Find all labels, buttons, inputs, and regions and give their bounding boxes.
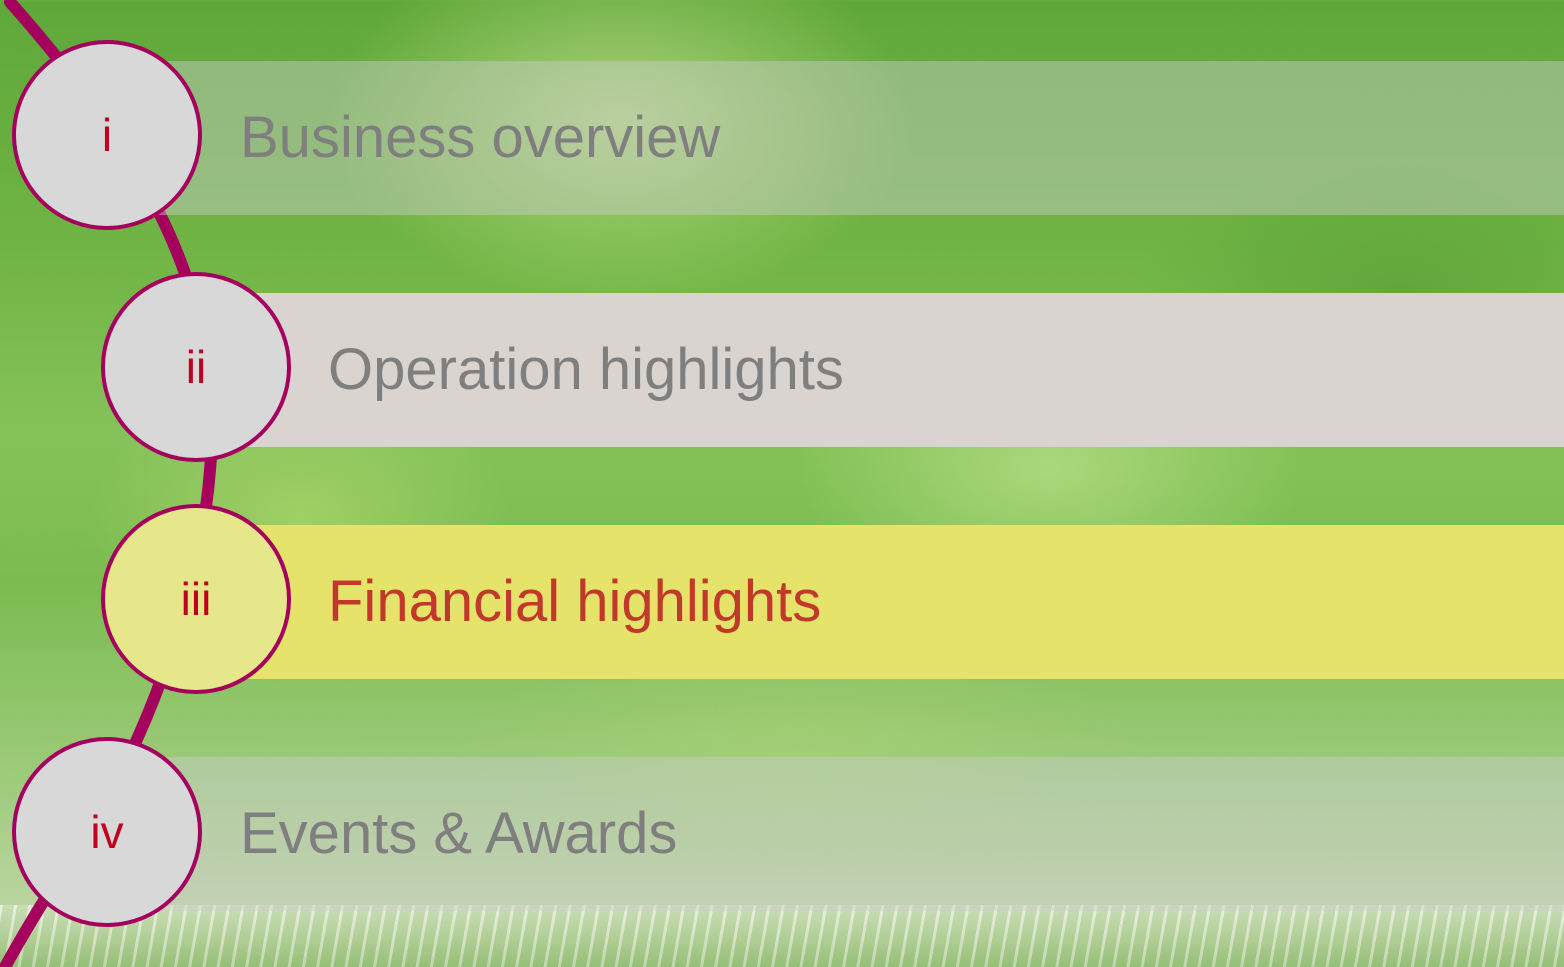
agenda-number-badge: i (12, 40, 202, 230)
agenda-number-badge-active: iii (101, 504, 291, 694)
agenda-item-label: Events & Awards (240, 801, 678, 866)
agenda-item-label: Financial highlights (328, 569, 822, 634)
agenda-item-operation-highlights[interactable]: Operation highlights (230, 293, 1564, 447)
agenda-number: ii (185, 341, 207, 393)
agenda-item-label: Business overview (240, 105, 721, 170)
agenda-item-financial-highlights[interactable]: Financial highlights (230, 525, 1564, 679)
agenda-item-events-awards[interactable]: Events & Awards (140, 757, 1564, 911)
agenda-item-label: Operation highlights (328, 337, 844, 402)
agenda-number: iv (90, 806, 124, 858)
agenda-number: iii (180, 573, 212, 625)
agenda-item-business-overview[interactable]: Business overview (140, 61, 1564, 215)
agenda-number-badge: ii (101, 272, 291, 462)
agenda-number: i (101, 109, 113, 161)
agenda-number-badge: iv (12, 737, 202, 927)
